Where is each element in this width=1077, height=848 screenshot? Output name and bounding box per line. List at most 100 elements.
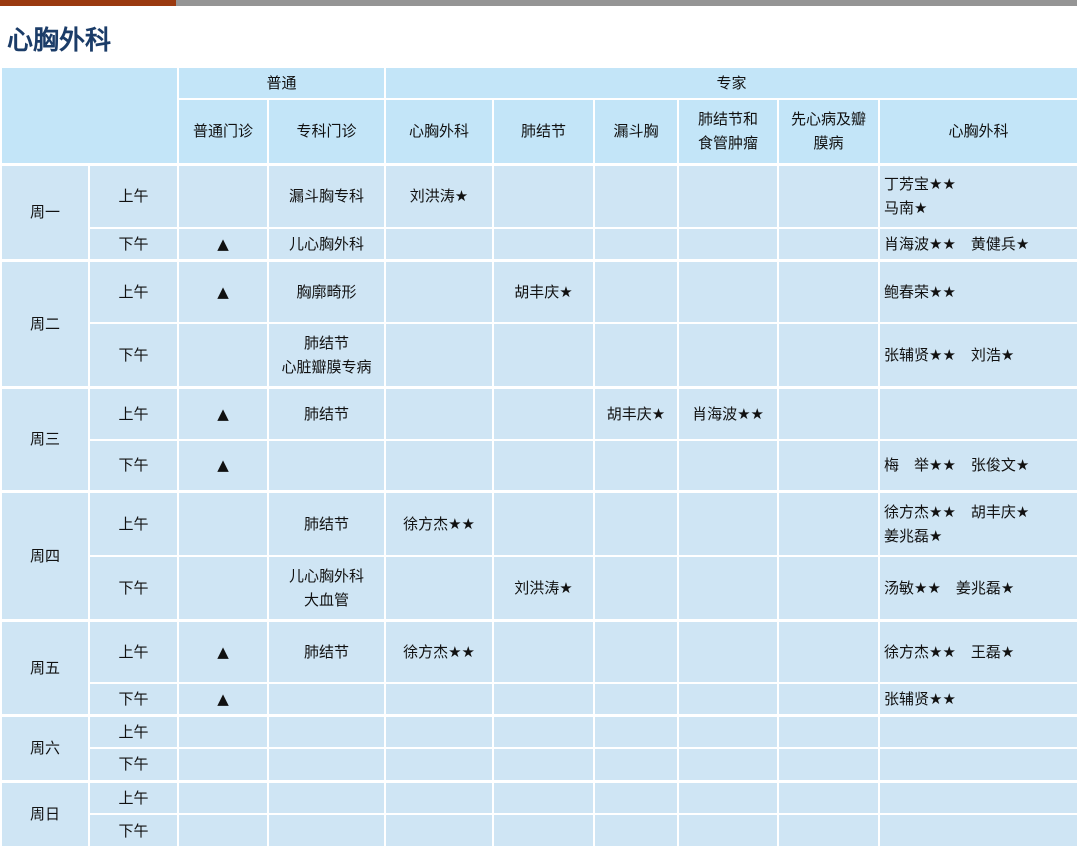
schedule-cell xyxy=(266,813,387,848)
schedule-cell xyxy=(677,747,780,782)
time-label: 上午 xyxy=(88,489,179,557)
top-accent-bar xyxy=(0,0,1077,6)
schedule-cell xyxy=(777,813,881,848)
day-label: 周六 xyxy=(0,713,90,782)
schedule-cell: 梅 举★★ 张俊文★ xyxy=(878,439,1077,492)
schedule-cell xyxy=(177,322,269,388)
schedule-cell xyxy=(593,227,680,261)
schedule-cell xyxy=(777,162,881,229)
schedule-cell xyxy=(777,439,881,492)
schedule-cell: 儿心胸外科 xyxy=(266,227,387,261)
table-row: 下午 xyxy=(1,813,1077,848)
schedule-cell: 丁芳宝★★ 马南★ xyxy=(878,162,1077,229)
day-label: 周五 xyxy=(0,618,90,716)
day-label: 周三 xyxy=(0,385,90,492)
schedule-cell xyxy=(492,713,596,749)
schedule-cell xyxy=(177,813,269,848)
time-label: 下午 xyxy=(88,813,179,848)
schedule-cell: 刘洪涛★ xyxy=(384,162,495,229)
schedule-cell: 漏斗胸专科 xyxy=(266,162,387,229)
schedule-cell: 肖海波★★ xyxy=(677,385,780,441)
schedule-cell: 刘洪涛★ xyxy=(492,555,596,621)
schedule-cell xyxy=(492,618,596,684)
schedule-cell: 肺结节 xyxy=(266,385,387,441)
schedule-cell xyxy=(384,779,495,815)
schedule-cell xyxy=(177,162,269,229)
triangle-icon: ▲ xyxy=(177,258,269,324)
schedule-cell xyxy=(677,813,780,848)
day-label: 周日 xyxy=(0,779,90,848)
schedule-cell: 张辅贤★★ 刘浩★ xyxy=(878,322,1077,388)
schedule-cell xyxy=(677,322,780,388)
schedule-cell: 肺结节 xyxy=(266,618,387,684)
schedule-cell xyxy=(777,385,881,441)
schedule-cell xyxy=(177,555,269,621)
table-row: 周一 上午 漏斗胸专科 刘洪涛★ 丁芳宝★★ 马南★ xyxy=(0,162,1077,261)
schedule-cell xyxy=(777,618,881,684)
time-label: 下午 xyxy=(88,322,179,388)
schedule-cell xyxy=(593,258,680,324)
schedule-cell xyxy=(777,555,881,621)
day-label: 周二 xyxy=(0,258,90,388)
schedule-cell xyxy=(677,439,780,492)
triangle-icon: ▲ xyxy=(177,682,269,716)
triangle-icon: ▲ xyxy=(177,227,269,261)
schedule-cell xyxy=(384,747,495,782)
schedule-cell xyxy=(677,618,780,684)
day-label: 周一 xyxy=(0,162,90,261)
time-label: 下午 xyxy=(88,439,179,492)
column-header: 肺结节和 食管肿瘤 xyxy=(677,98,780,165)
schedule-cell xyxy=(177,779,269,815)
time-label: 下午 xyxy=(88,682,179,716)
schedule-cell: 肺结节 xyxy=(266,489,387,557)
schedule-cell xyxy=(492,813,596,848)
time-label: 下午 xyxy=(88,747,179,782)
schedule-cell xyxy=(677,162,780,229)
schedule-cell xyxy=(384,682,495,716)
schedule-cell: 肖海波★★ 黄健兵★ xyxy=(878,227,1077,261)
schedule-cell xyxy=(492,227,596,261)
schedule-cell xyxy=(384,555,495,621)
schedule-cell: 汤敏★★ 姜兆磊★ xyxy=(878,555,1077,621)
schedule-cell xyxy=(593,489,680,557)
table-row: 下午 ▲ 张辅贤★★ xyxy=(1,682,1077,716)
schedule-cell xyxy=(492,162,596,229)
schedule-cell xyxy=(492,779,596,815)
time-label: 下午 xyxy=(88,227,179,261)
schedule-cell xyxy=(266,779,387,815)
group-header-expert: 专家 xyxy=(384,66,1077,100)
table-row: 下午 肺结节 心脏瓣膜专病 张辅贤★★ 刘浩★ xyxy=(1,322,1077,388)
time-label: 上午 xyxy=(88,779,179,815)
schedule-table: 普通 专家 普通门诊 专科门诊 心胸外科 肺结节 漏斗胸 肺结节和 食管肿瘤 先心病及瓣 膜… xyxy=(0,66,1077,848)
schedule-cell xyxy=(492,747,596,782)
schedule-cell: 鲍春荣★★ xyxy=(878,258,1077,324)
schedule-cell xyxy=(677,555,780,621)
schedule-cell xyxy=(266,713,387,749)
schedule-cell: 徐方杰★★ xyxy=(384,618,495,684)
triangle-icon: ▲ xyxy=(177,439,269,492)
column-header: 普通门诊 xyxy=(177,98,269,165)
schedule-cell xyxy=(777,322,881,388)
schedule-cell xyxy=(384,227,495,261)
triangle-icon: ▲ xyxy=(177,618,269,684)
column-header: 先心病及瓣 膜病 xyxy=(777,98,881,165)
table-row: 周日 上午 xyxy=(0,779,1077,848)
time-label: 上午 xyxy=(88,385,179,441)
schedule-cell: 肺结节 心脏瓣膜专病 xyxy=(266,322,387,388)
schedule-cell xyxy=(677,713,780,749)
schedule-cell xyxy=(492,489,596,557)
column-header: 心胸外科 xyxy=(878,98,1077,165)
schedule-cell xyxy=(266,747,387,782)
schedule-cell xyxy=(177,747,269,782)
schedule-cell xyxy=(878,813,1077,848)
schedule-cell xyxy=(878,385,1077,441)
schedule-cell xyxy=(777,779,881,815)
schedule-cell xyxy=(384,713,495,749)
schedule-cell xyxy=(878,779,1077,815)
table-row: 周五 上午 ▲ 肺结节 徐方杰★★ 徐方杰★★ 王磊★ xyxy=(0,618,1077,716)
schedule-cell xyxy=(593,162,680,229)
schedule-cell xyxy=(266,682,387,716)
schedule-cell xyxy=(677,682,780,716)
day-label: 周四 xyxy=(0,489,90,621)
schedule-cell xyxy=(384,322,495,388)
